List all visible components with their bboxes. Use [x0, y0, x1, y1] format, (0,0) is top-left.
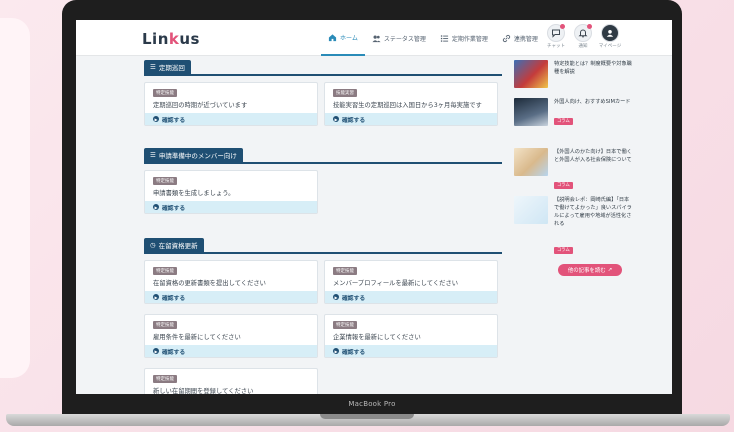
section-title-applicants: ☰ 申請準備中のメンバー向け — [144, 148, 243, 162]
arrow-right-icon: ▶ — [153, 116, 159, 122]
section-title-renewal: ◷ 在留資格更新 — [144, 238, 204, 252]
status-badge: 特定技能 — [153, 267, 177, 275]
confirm-button[interactable]: ▶ 確認する — [325, 113, 497, 125]
list-icon — [440, 34, 448, 42]
card-text: 申請書類を生成しましょう。 — [153, 190, 235, 197]
article-item[interactable]: 【外国人のかた向け】日本で働くと外国人が入る社会保険について コラム — [514, 148, 634, 198]
users-icon — [372, 35, 381, 42]
mypage-button[interactable]: マイページ — [597, 24, 623, 54]
task-card: 特定技能 新しい在留期間を登録してください — [144, 368, 318, 394]
article-thumbnail — [514, 196, 548, 224]
article-item[interactable]: 特定技能とは？制度概要や対象職種を解説 — [514, 60, 634, 90]
confirm-button[interactable]: ▶ 確認する — [145, 201, 317, 213]
app-screen: Linkus ホーム ステータス管理 定期作業管理 連携管理 チャット 通知 マ… — [76, 20, 672, 394]
arrow-right-icon: ▶ — [333, 348, 339, 354]
section-title-periodic: ☰ 定期巡回 — [144, 60, 191, 74]
status-badge: 特定技能 — [153, 89, 177, 97]
article-item[interactable]: 【説明会レポ：岡崎氏編】「日本で働けてよかった」良いスパイラルによって雇用や地域… — [514, 196, 634, 258]
status-badge: 特定技能 — [153, 177, 177, 185]
nav-periodic[interactable]: 定期作業管理 — [433, 20, 495, 56]
article-sidebar: 特定技能とは？制度概要や対象職種を解説 外国人向け、おすすめSIMカード コラム… — [514, 56, 634, 394]
article-thumbnail — [514, 98, 548, 126]
task-card: 特定技能 メンバープロフィールを最新にしてください ▶ 確認する — [324, 260, 498, 304]
task-card: 特定技能 申請書類を生成しましょう。 ▶ 確認する — [144, 170, 318, 214]
main-content: ☰ 定期巡回 特定技能 定期巡回の時期が近づいています ▶ 確認する 技能実習 … — [144, 56, 502, 394]
task-card: 技能実習 技能実習生の定期巡回は入国日から3ヶ月毎実施です ▶ 確認する — [324, 82, 498, 126]
list-icon: ☰ — [150, 151, 156, 159]
home-icon — [328, 33, 337, 41]
list-icon: ☰ — [150, 63, 156, 71]
arrow-right-icon: ▶ — [333, 294, 339, 300]
nav-home[interactable]: ホーム — [321, 20, 365, 56]
user-icon — [606, 30, 614, 37]
device-label: MacBook Pro — [348, 400, 396, 408]
status-badge: 特定技能 — [153, 375, 177, 383]
confirm-button[interactable]: ▶ 確認する — [325, 345, 497, 357]
category-tag: コラム — [554, 118, 573, 125]
bell-icon — [578, 29, 588, 38]
article-item[interactable]: 外国人向け、おすすめSIMカード コラム — [514, 98, 634, 138]
status-badge: 特定技能 — [153, 321, 177, 329]
category-tag: コラム — [554, 182, 573, 189]
brand-logo[interactable]: Linkus — [142, 30, 200, 48]
external-link-icon: ↗ — [607, 267, 613, 273]
laptop-notch — [320, 414, 414, 419]
status-badge: 特定技能 — [333, 321, 357, 329]
task-card: 特定技能 雇用条件を最新にしてください ▶ 確認する — [144, 314, 318, 358]
confirm-button[interactable]: ▶ 確認する — [325, 291, 497, 303]
section-divider — [144, 252, 502, 254]
confirm-button[interactable]: ▶ 確認する — [145, 345, 317, 357]
status-badge: 技能実習 — [333, 89, 357, 97]
notification-dot — [560, 24, 565, 29]
arrow-right-icon: ▶ — [153, 348, 159, 354]
category-tag: コラム — [554, 247, 573, 254]
nav-status[interactable]: ステータス管理 — [365, 20, 433, 56]
link-icon — [502, 34, 510, 42]
more-articles-button[interactable]: 他の記事を読む ↗ — [558, 264, 622, 276]
arrow-right-icon: ▶ — [153, 204, 159, 210]
notification-dot — [587, 24, 592, 29]
background-card — [0, 18, 30, 378]
clock-icon: ◷ — [150, 241, 156, 249]
nav-links[interactable]: 連携管理 — [495, 20, 545, 56]
card-text: 技能実習生の定期巡回は入国日から3ヶ月毎実施です — [333, 102, 482, 109]
arrow-right-icon: ▶ — [333, 116, 339, 122]
card-text: メンバープロフィールを最新にしてください — [333, 280, 459, 287]
section-divider — [144, 74, 502, 76]
main-nav: ホーム ステータス管理 定期作業管理 連携管理 — [321, 20, 545, 56]
task-card: 特定技能 在留資格の更新書類を提出してください ▶ 確認する — [144, 260, 318, 304]
card-text: 在留資格の更新書類を提出してください — [153, 280, 266, 287]
arrow-right-icon: ▶ — [153, 294, 159, 300]
status-badge: 特定技能 — [333, 267, 357, 275]
card-text: 新しい在留期間を登録してください — [153, 388, 254, 394]
top-header: Linkus ホーム ステータス管理 定期作業管理 連携管理 チャット 通知 マ… — [76, 20, 672, 56]
article-thumbnail — [514, 60, 548, 88]
card-text: 雇用条件を最新にしてください — [153, 334, 241, 341]
section-divider — [144, 162, 502, 164]
notification-button[interactable]: 通知 — [570, 24, 596, 54]
task-card: 特定技能 企業情報を最新にしてください ▶ 確認する — [324, 314, 498, 358]
article-thumbnail — [514, 148, 548, 176]
chat-icon — [552, 29, 560, 38]
card-text: 企業情報を最新にしてください — [333, 334, 421, 341]
confirm-button[interactable]: ▶ 確認する — [145, 113, 317, 125]
task-card: 特定技能 定期巡回の時期が近づいています ▶ 確認する — [144, 82, 318, 126]
card-text: 定期巡回の時期が近づいています — [153, 102, 248, 109]
chat-button[interactable]: チャット — [543, 24, 569, 54]
confirm-button[interactable]: ▶ 確認する — [145, 291, 317, 303]
